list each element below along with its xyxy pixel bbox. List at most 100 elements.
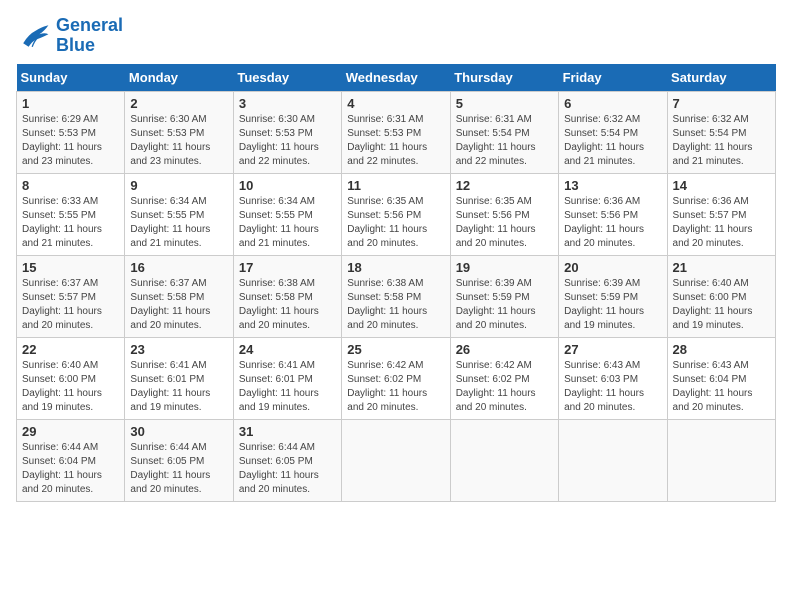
day-info: Sunrise: 6:36 AM Sunset: 5:57 PM Dayligh…	[673, 195, 770, 251]
day-number: 28	[673, 342, 770, 357]
calendar-table: SundayMondayTuesdayWednesdayThursdayFrid…	[16, 64, 776, 502]
day-number: 17	[239, 260, 336, 275]
page-header: General Blue	[16, 16, 776, 56]
day-info: Sunrise: 6:38 AM Sunset: 5:58 PM Dayligh…	[239, 277, 336, 333]
calendar-day-cell	[559, 419, 667, 501]
day-number: 21	[673, 260, 770, 275]
calendar-week-row: 29 Sunrise: 6:44 AM Sunset: 6:04 PM Dayl…	[17, 419, 776, 501]
day-info: Sunrise: 6:33 AM Sunset: 5:55 PM Dayligh…	[22, 195, 119, 251]
day-number: 10	[239, 178, 336, 193]
calendar-day-cell: 13 Sunrise: 6:36 AM Sunset: 5:56 PM Dayl…	[559, 173, 667, 255]
logo-icon	[16, 18, 52, 54]
day-number: 14	[673, 178, 770, 193]
calendar-day-cell: 18 Sunrise: 6:38 AM Sunset: 5:58 PM Dayl…	[342, 255, 450, 337]
calendar-day-cell: 15 Sunrise: 6:37 AM Sunset: 5:57 PM Dayl…	[17, 255, 125, 337]
day-info: Sunrise: 6:41 AM Sunset: 6:01 PM Dayligh…	[239, 359, 336, 415]
calendar-day-cell: 20 Sunrise: 6:39 AM Sunset: 5:59 PM Dayl…	[559, 255, 667, 337]
calendar-day-cell: 12 Sunrise: 6:35 AM Sunset: 5:56 PM Dayl…	[450, 173, 558, 255]
day-number: 15	[22, 260, 119, 275]
day-number: 6	[564, 96, 661, 111]
day-of-week-header: Sunday	[17, 64, 125, 92]
day-info: Sunrise: 6:37 AM Sunset: 5:57 PM Dayligh…	[22, 277, 119, 333]
day-info: Sunrise: 6:34 AM Sunset: 5:55 PM Dayligh…	[130, 195, 227, 251]
day-number: 18	[347, 260, 444, 275]
day-info: Sunrise: 6:40 AM Sunset: 6:00 PM Dayligh…	[673, 277, 770, 333]
day-number: 13	[564, 178, 661, 193]
calendar-day-cell: 27 Sunrise: 6:43 AM Sunset: 6:03 PM Dayl…	[559, 337, 667, 419]
calendar-day-cell: 5 Sunrise: 6:31 AM Sunset: 5:54 PM Dayli…	[450, 91, 558, 173]
logo-text: General Blue	[56, 16, 123, 56]
day-number: 11	[347, 178, 444, 193]
day-info: Sunrise: 6:30 AM Sunset: 5:53 PM Dayligh…	[239, 113, 336, 169]
day-info: Sunrise: 6:42 AM Sunset: 6:02 PM Dayligh…	[456, 359, 553, 415]
day-number: 20	[564, 260, 661, 275]
calendar-header-row: SundayMondayTuesdayWednesdayThursdayFrid…	[17, 64, 776, 92]
calendar-day-cell: 26 Sunrise: 6:42 AM Sunset: 6:02 PM Dayl…	[450, 337, 558, 419]
day-number: 8	[22, 178, 119, 193]
day-number: 3	[239, 96, 336, 111]
calendar-week-row: 1 Sunrise: 6:29 AM Sunset: 5:53 PM Dayli…	[17, 91, 776, 173]
day-info: Sunrise: 6:42 AM Sunset: 6:02 PM Dayligh…	[347, 359, 444, 415]
day-info: Sunrise: 6:30 AM Sunset: 5:53 PM Dayligh…	[130, 113, 227, 169]
day-info: Sunrise: 6:39 AM Sunset: 5:59 PM Dayligh…	[456, 277, 553, 333]
calendar-day-cell: 1 Sunrise: 6:29 AM Sunset: 5:53 PM Dayli…	[17, 91, 125, 173]
calendar-day-cell: 11 Sunrise: 6:35 AM Sunset: 5:56 PM Dayl…	[342, 173, 450, 255]
day-number: 24	[239, 342, 336, 357]
day-info: Sunrise: 6:38 AM Sunset: 5:58 PM Dayligh…	[347, 277, 444, 333]
day-of-week-header: Tuesday	[233, 64, 341, 92]
day-number: 16	[130, 260, 227, 275]
calendar-day-cell: 2 Sunrise: 6:30 AM Sunset: 5:53 PM Dayli…	[125, 91, 233, 173]
day-number: 22	[22, 342, 119, 357]
day-info: Sunrise: 6:41 AM Sunset: 6:01 PM Dayligh…	[130, 359, 227, 415]
day-info: Sunrise: 6:34 AM Sunset: 5:55 PM Dayligh…	[239, 195, 336, 251]
day-number: 7	[673, 96, 770, 111]
calendar-day-cell	[450, 419, 558, 501]
day-number: 1	[22, 96, 119, 111]
calendar-day-cell: 19 Sunrise: 6:39 AM Sunset: 5:59 PM Dayl…	[450, 255, 558, 337]
day-info: Sunrise: 6:37 AM Sunset: 5:58 PM Dayligh…	[130, 277, 227, 333]
day-of-week-header: Thursday	[450, 64, 558, 92]
day-info: Sunrise: 6:35 AM Sunset: 5:56 PM Dayligh…	[456, 195, 553, 251]
day-info: Sunrise: 6:40 AM Sunset: 6:00 PM Dayligh…	[22, 359, 119, 415]
day-number: 2	[130, 96, 227, 111]
day-number: 31	[239, 424, 336, 439]
calendar-day-cell: 30 Sunrise: 6:44 AM Sunset: 6:05 PM Dayl…	[125, 419, 233, 501]
day-number: 19	[456, 260, 553, 275]
calendar-day-cell: 22 Sunrise: 6:40 AM Sunset: 6:00 PM Dayl…	[17, 337, 125, 419]
calendar-day-cell: 17 Sunrise: 6:38 AM Sunset: 5:58 PM Dayl…	[233, 255, 341, 337]
calendar-day-cell: 4 Sunrise: 6:31 AM Sunset: 5:53 PM Dayli…	[342, 91, 450, 173]
calendar-week-row: 22 Sunrise: 6:40 AM Sunset: 6:00 PM Dayl…	[17, 337, 776, 419]
calendar-day-cell: 21 Sunrise: 6:40 AM Sunset: 6:00 PM Dayl…	[667, 255, 775, 337]
day-number: 30	[130, 424, 227, 439]
day-number: 27	[564, 342, 661, 357]
day-info: Sunrise: 6:32 AM Sunset: 5:54 PM Dayligh…	[564, 113, 661, 169]
calendar-day-cell: 7 Sunrise: 6:32 AM Sunset: 5:54 PM Dayli…	[667, 91, 775, 173]
calendar-day-cell: 8 Sunrise: 6:33 AM Sunset: 5:55 PM Dayli…	[17, 173, 125, 255]
day-number: 12	[456, 178, 553, 193]
calendar-day-cell: 29 Sunrise: 6:44 AM Sunset: 6:04 PM Dayl…	[17, 419, 125, 501]
day-of-week-header: Saturday	[667, 64, 775, 92]
calendar-day-cell: 10 Sunrise: 6:34 AM Sunset: 5:55 PM Dayl…	[233, 173, 341, 255]
day-number: 29	[22, 424, 119, 439]
calendar-day-cell: 14 Sunrise: 6:36 AM Sunset: 5:57 PM Dayl…	[667, 173, 775, 255]
day-info: Sunrise: 6:44 AM Sunset: 6:04 PM Dayligh…	[22, 441, 119, 497]
calendar-day-cell: 9 Sunrise: 6:34 AM Sunset: 5:55 PM Dayli…	[125, 173, 233, 255]
day-info: Sunrise: 6:35 AM Sunset: 5:56 PM Dayligh…	[347, 195, 444, 251]
day-info: Sunrise: 6:32 AM Sunset: 5:54 PM Dayligh…	[673, 113, 770, 169]
day-of-week-header: Wednesday	[342, 64, 450, 92]
day-info: Sunrise: 6:31 AM Sunset: 5:54 PM Dayligh…	[456, 113, 553, 169]
calendar-week-row: 15 Sunrise: 6:37 AM Sunset: 5:57 PM Dayl…	[17, 255, 776, 337]
day-of-week-header: Friday	[559, 64, 667, 92]
day-of-week-header: Monday	[125, 64, 233, 92]
day-info: Sunrise: 6:43 AM Sunset: 6:03 PM Dayligh…	[564, 359, 661, 415]
day-number: 23	[130, 342, 227, 357]
day-info: Sunrise: 6:43 AM Sunset: 6:04 PM Dayligh…	[673, 359, 770, 415]
calendar-day-cell: 24 Sunrise: 6:41 AM Sunset: 6:01 PM Dayl…	[233, 337, 341, 419]
day-number: 4	[347, 96, 444, 111]
calendar-day-cell: 25 Sunrise: 6:42 AM Sunset: 6:02 PM Dayl…	[342, 337, 450, 419]
day-info: Sunrise: 6:44 AM Sunset: 6:05 PM Dayligh…	[239, 441, 336, 497]
day-number: 25	[347, 342, 444, 357]
calendar-day-cell: 16 Sunrise: 6:37 AM Sunset: 5:58 PM Dayl…	[125, 255, 233, 337]
day-info: Sunrise: 6:29 AM Sunset: 5:53 PM Dayligh…	[22, 113, 119, 169]
day-info: Sunrise: 6:39 AM Sunset: 5:59 PM Dayligh…	[564, 277, 661, 333]
